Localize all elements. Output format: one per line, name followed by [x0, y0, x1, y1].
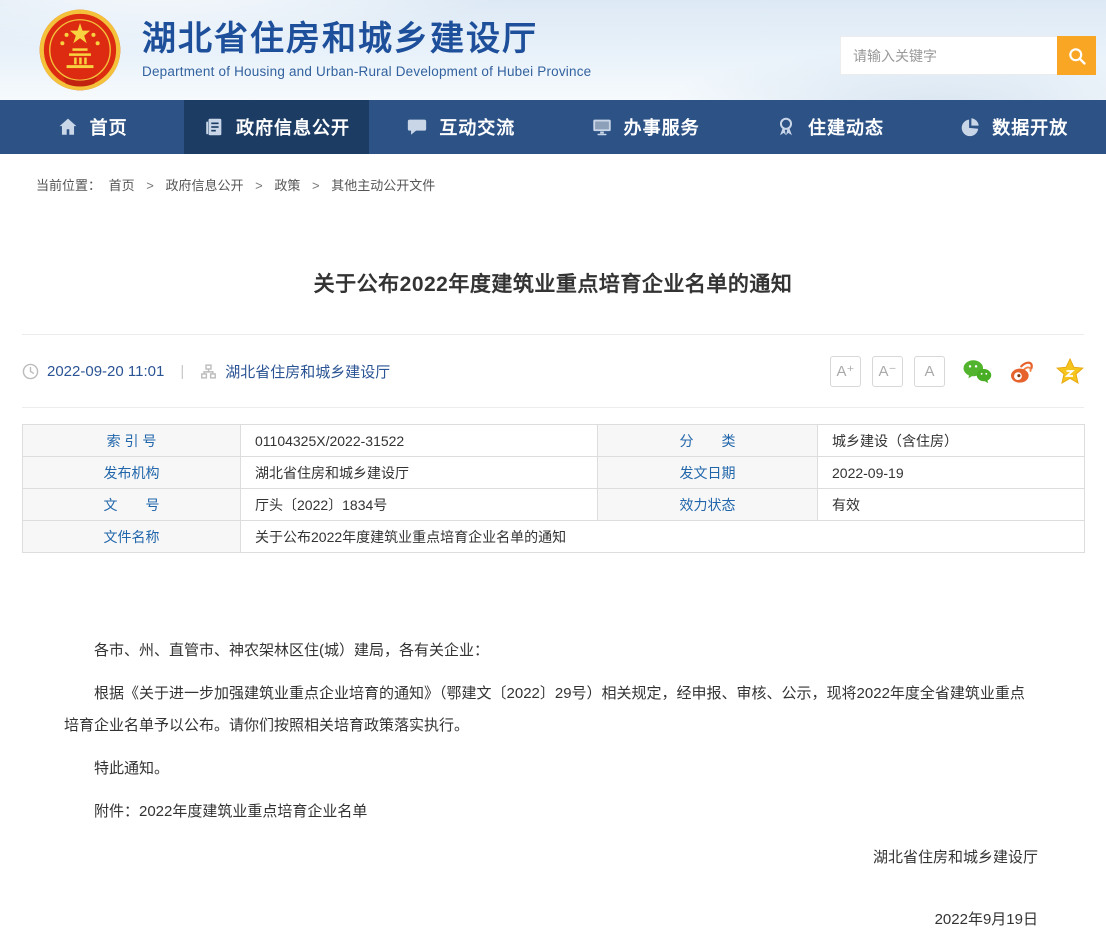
breadcrumb-separator: >: [146, 178, 154, 193]
category-label: 分 类: [598, 425, 818, 457]
medal-icon: [775, 116, 797, 138]
site-title-block: 湖北省住房和城乡建设厅 Department of Housing and Ur…: [142, 21, 591, 78]
issue-date-value: 2022-09-19: [818, 457, 1085, 489]
category-value: 城乡建设（含住房）: [818, 425, 1085, 457]
body-paragraph: 特此通知。: [64, 753, 1038, 785]
nav-item-label: 办事服务: [624, 114, 700, 140]
table-row: 发布机构 湖北省住房和城乡建设厅 发文日期 2022-09-19: [23, 457, 1085, 489]
site-header: 湖北省住房和城乡建设厅 Department of Housing and Ur…: [0, 0, 1106, 100]
search-input[interactable]: [840, 36, 1057, 75]
breadcrumb-link-other-docs[interactable]: 其他主动公开文件: [331, 178, 435, 193]
doc-number-label: 文 号: [23, 489, 241, 521]
document-body: 各市、州、直管市、神农架林区住(城）建局，各有关企业： 根据《关于进一步加强建筑…: [0, 553, 1106, 936]
table-row: 索 引 号 01104325X/2022-31522 分 类 城乡建设（含住房）: [23, 425, 1085, 457]
nav-item-home[interactable]: 首页: [0, 100, 184, 154]
signature-org: 湖北省住房和城乡建设厅: [64, 842, 1038, 874]
site-subtitle: Department of Housing and Urban-Rural De…: [142, 64, 591, 79]
nav-item-open-data[interactable]: 数据开放: [922, 100, 1106, 154]
meta-divider: |: [180, 363, 184, 380]
breadcrumb-link-gov-info[interactable]: 政府信息公开: [166, 178, 244, 193]
pie-chart-icon: [959, 116, 981, 138]
breadcrumb-prefix: 当前位置：: [36, 178, 101, 193]
validity-status-value: 有效: [818, 489, 1085, 521]
breadcrumb-link-home[interactable]: 首页: [109, 178, 135, 193]
index-number-label: 索 引 号: [23, 425, 241, 457]
article-meta-row: 2022-09-20 11:01 | 湖北省住房和城乡建设厅 A⁺ A⁻ A: [0, 335, 1106, 407]
table-row: 文件名称 关于公布2022年度建筑业重点培育企业名单的通知: [23, 521, 1085, 553]
nav-item-label: 政府信息公开: [236, 114, 350, 140]
organization-icon: [200, 363, 217, 380]
doc-number-value: 厅头〔2022〕1834号: [241, 489, 598, 521]
main-nav: 首页 政府信息公开 互动交流 办事服务: [0, 100, 1106, 154]
index-number-value: 01104325X/2022-31522: [241, 425, 598, 457]
breadcrumb: 当前位置： 首页 > 政府信息公开 > 政策 > 其他主动公开文件: [0, 154, 1106, 210]
salutation: 各市、州、直管市、神农架林区住(城）建局，各有关企业：: [64, 635, 1038, 667]
article-meta-left: 2022-09-20 11:01 | 湖北省住房和城乡建设厅: [22, 361, 390, 382]
breadcrumb-link-policy[interactable]: 政策: [274, 178, 300, 193]
doc-name-label: 文件名称: [23, 521, 241, 553]
font-larger-button[interactable]: A⁺: [830, 356, 861, 387]
nav-item-services[interactable]: 办事服务: [553, 100, 737, 154]
site-title: 湖北省住房和城乡建设厅: [142, 21, 591, 58]
nav-item-news[interactable]: 住建动态: [737, 100, 921, 154]
nav-item-label: 数据开放: [992, 114, 1068, 140]
validity-status-label: 效力状态: [598, 489, 818, 521]
weibo-icon[interactable]: [1009, 358, 1039, 384]
font-reset-button[interactable]: A: [914, 356, 945, 387]
clock-icon: [22, 363, 39, 380]
signature-date: 2022年9月19日: [64, 904, 1038, 936]
issuing-org-value: 湖北省住房和城乡建设厅: [241, 457, 598, 489]
page-title: 关于公布2022年度建筑业重点培育企业名单的通知: [0, 268, 1106, 298]
nav-item-interaction[interactable]: 互动交流: [369, 100, 553, 154]
nav-item-gov-info[interactable]: 政府信息公开: [184, 100, 368, 154]
table-row: 文 号 厅头〔2022〕1834号 效力状态 有效: [23, 489, 1085, 521]
chat-icon: [406, 116, 428, 138]
article-meta-right: A⁺ A⁻ A: [830, 356, 1084, 387]
search-button[interactable]: [1057, 36, 1096, 75]
wechat-icon[interactable]: [962, 358, 992, 384]
attachment-line: 附件：2022年度建筑业重点培育企业名单: [64, 796, 1038, 828]
issuing-org-label: 发布机构: [23, 457, 241, 489]
issue-date-label: 发文日期: [598, 457, 818, 489]
nav-item-label: 首页: [90, 114, 128, 140]
doc-name-value: 关于公布2022年度建筑业重点培育企业名单的通知: [241, 521, 1085, 553]
national-emblem-logo: [38, 8, 122, 92]
monitor-icon: [591, 116, 613, 138]
font-smaller-button[interactable]: A⁻: [872, 356, 903, 387]
search-box: [840, 36, 1096, 75]
nav-item-label: 住建动态: [808, 114, 884, 140]
home-icon: [57, 116, 79, 138]
publish-time: 2022-09-20 11:01: [47, 363, 164, 380]
body-paragraph: 根据《关于进一步加强建筑业重点企业培育的通知》（鄂建文〔2022〕29号）相关规…: [64, 678, 1038, 742]
article-source: 湖北省住房和城乡建设厅: [225, 361, 390, 382]
search-icon: [1067, 46, 1087, 66]
document-info-table: 索 引 号 01104325X/2022-31522 分 类 城乡建设（含住房）…: [22, 424, 1085, 553]
qzone-star-icon[interactable]: [1056, 358, 1084, 384]
divider: [22, 407, 1084, 408]
document-icon: [203, 116, 225, 138]
breadcrumb-separator: >: [255, 178, 263, 193]
breadcrumb-separator: >: [312, 178, 320, 193]
nav-item-label: 互动交流: [439, 114, 515, 140]
